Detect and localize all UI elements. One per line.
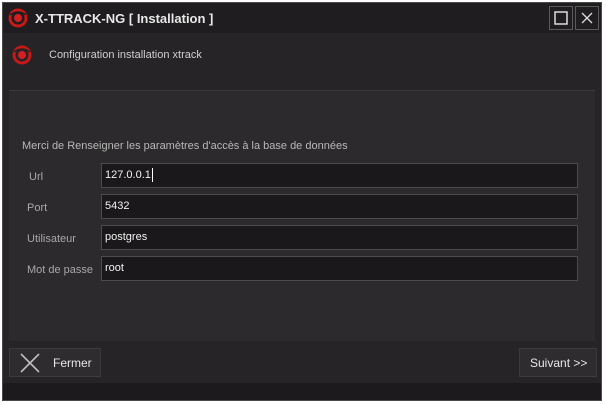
port-value: 5432	[105, 200, 130, 212]
password-field[interactable]: root	[101, 256, 578, 281]
close-icon	[581, 12, 593, 24]
status-bar	[3, 383, 601, 400]
header-logo-icon	[12, 45, 32, 65]
title-bar[interactable]: X-TTRACK-NG [ Installation ]	[3, 3, 601, 33]
window-close-button[interactable]	[575, 6, 599, 30]
password-label: Mot de passe	[27, 264, 94, 276]
port-field[interactable]: 5432	[101, 194, 578, 219]
form-panel: Merci de Renseigner les paramètres d'acc…	[9, 91, 595, 341]
wizard-header: Configuration installation xtrack	[3, 34, 601, 78]
window-title: X-TTRACK-NG [ Installation ]	[35, 11, 214, 26]
text-caret	[151, 168, 153, 183]
user-label: Utilisateur	[27, 233, 76, 245]
next-button[interactable]: Suivant >>	[519, 348, 597, 377]
url-label: Url	[29, 171, 44, 183]
x-close-icon	[20, 353, 40, 373]
installation-window: X-TTRACK-NG [ Installation ] Configurati…	[2, 2, 602, 401]
port-label: Port	[27, 202, 48, 214]
url-value: 127.0.0.1	[105, 169, 151, 181]
form-intro: Merci de Renseigner les paramètres d'acc…	[22, 140, 348, 152]
next-button-label: Suivant >>	[530, 356, 588, 370]
wizard-subtitle: Configuration installation xtrack	[49, 49, 202, 61]
maximize-button[interactable]	[549, 6, 573, 30]
user-field[interactable]: postgres	[101, 225, 578, 250]
wizard-footer: Fermer Suivant >>	[3, 341, 601, 383]
user-value: postgres	[105, 231, 148, 243]
url-field[interactable]: 127.0.0.1	[101, 163, 578, 188]
close-button-label: Fermer	[53, 356, 92, 370]
app-logo-icon	[8, 8, 28, 28]
close-button[interactable]: Fermer	[9, 348, 101, 377]
maximize-icon	[554, 11, 568, 25]
password-value: root	[105, 262, 124, 274]
